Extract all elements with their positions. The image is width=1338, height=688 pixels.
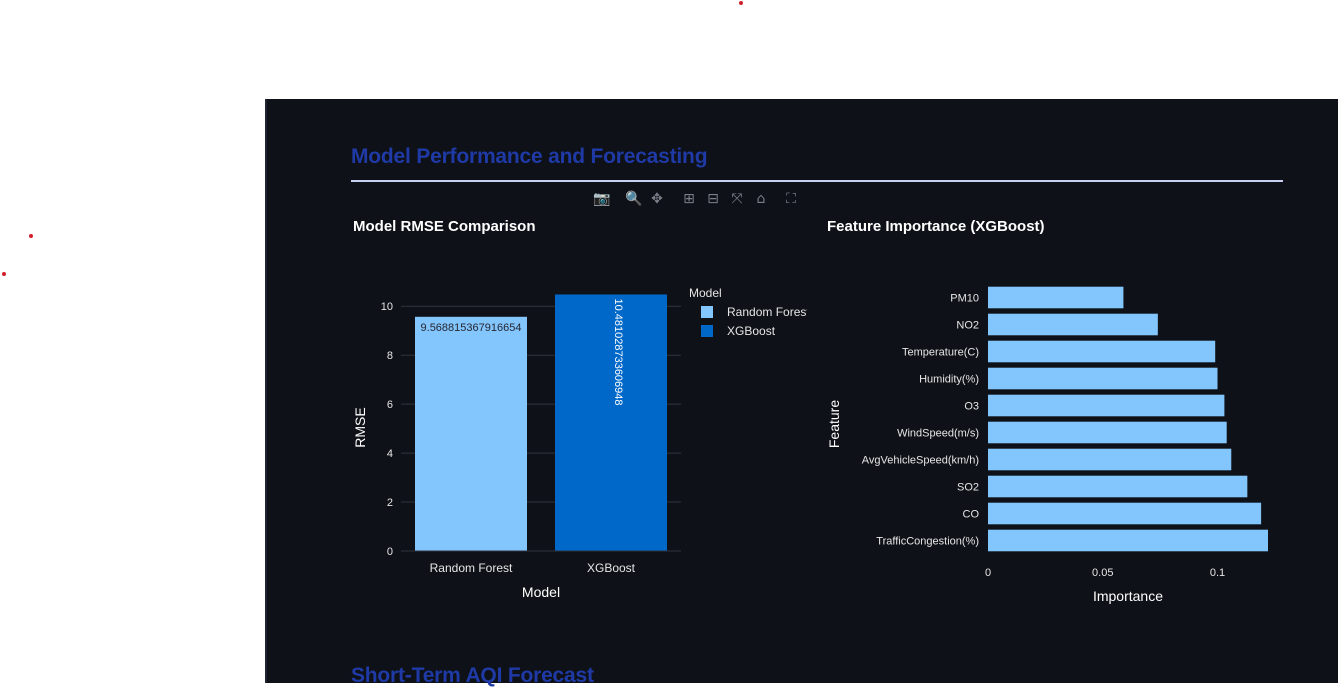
y-tick-label: NO2	[956, 320, 979, 332]
x-tick-label: 0	[985, 567, 991, 579]
camera-icon[interactable]: 📷	[593, 191, 610, 207]
bar-trafficcongestion-	[988, 529, 1268, 552]
rmse-chart: 0 2 4 6 8 10 Random Forest 9.568815367916654 XGB…	[352, 286, 807, 600]
legend-title: Model	[689, 286, 722, 300]
bar-no2	[988, 313, 1158, 336]
rmse-chart-title: Model RMSE Comparison	[353, 218, 536, 235]
y-axis-title: Feature	[826, 400, 842, 448]
autoscale-icon[interactable]: ⤧	[729, 191, 745, 207]
red-dot-2	[29, 234, 33, 238]
bar-co	[988, 502, 1262, 525]
zoom-out-icon[interactable]: ⊟	[705, 191, 721, 207]
bar-temperature-c-	[988, 340, 1216, 363]
y-tick-label: CO	[963, 509, 980, 521]
next-section-title: Short-Term AQI Forecast	[351, 664, 594, 687]
legend-swatch	[701, 325, 713, 337]
x-tick-label: Random Forest	[430, 561, 513, 575]
data-label: 10.481028733606948	[612, 298, 624, 405]
zoom-icon[interactable]: 🔍	[625, 191, 642, 207]
y-tick-label: TrafficCongestion(%)	[876, 536, 979, 548]
legend-item: XGBoost	[727, 324, 776, 338]
section-divider	[351, 180, 1283, 182]
y-tick-label: 10	[381, 301, 393, 313]
bar-o3	[988, 394, 1225, 417]
y-tick-label: 6	[387, 399, 393, 411]
y-tick-label: SO2	[957, 482, 979, 494]
y-tick-label: WindSpeed(m/s)	[897, 428, 979, 440]
main-content: Model Performance and Forecasting 📷 🔍 ✥ ⊞ ⊟ ⤧…	[265, 99, 1338, 687]
red-dot-3	[2, 272, 6, 276]
data-label: 9.568815367916654	[421, 322, 522, 334]
y-axis-title: RMSE	[352, 407, 368, 447]
bar-avgvehiclespeed-km-h-	[988, 448, 1232, 471]
legend-item: Random Forest	[727, 305, 807, 319]
home-icon[interactable]: ⌂	[753, 191, 769, 207]
y-tick-label: 8	[387, 350, 393, 362]
bar-so2	[988, 475, 1248, 498]
y-tick-label: Temperature(C)	[902, 347, 979, 359]
x-axis-title: Model	[522, 584, 560, 600]
y-tick-label: Humidity(%)	[919, 374, 979, 386]
bar-humidity-	[988, 367, 1218, 390]
importance-chart-title: Feature Importance (XGBoost)	[827, 218, 1045, 235]
importance-chart: PM10 NO2 Temperature(C) Humidity(%) O3 WindSp…	[826, 286, 1268, 604]
bar-xgboost	[555, 294, 667, 551]
y-tick-label: 0	[387, 546, 393, 558]
bar-windspeed-m-s-	[988, 421, 1227, 444]
section-title: Model Performance and Forecasting	[351, 145, 708, 168]
bar-pm10	[988, 286, 1124, 309]
zoom-in-icon[interactable]: ⊞	[681, 191, 697, 207]
y-tick-label: 4	[387, 448, 393, 460]
red-dot-1	[739, 1, 743, 5]
bar-random-forest	[415, 316, 527, 551]
y-tick-label: PM10	[950, 293, 979, 305]
x-tick-label: XGBoost	[587, 561, 636, 575]
x-tick-label: 0.1	[1210, 567, 1225, 579]
y-tick-label: O3	[964, 401, 979, 413]
y-tick-label: AvgVehicleSpeed(km/h)	[862, 455, 979, 467]
pan-icon[interactable]: ✥	[649, 191, 665, 207]
fullscreen-icon[interactable]: ⛶	[783, 191, 799, 207]
x-tick-label: 0.05	[1092, 567, 1113, 579]
x-axis-title: Importance	[1093, 588, 1163, 604]
legend-swatch	[701, 306, 713, 318]
y-tick-label: 2	[387, 497, 393, 509]
